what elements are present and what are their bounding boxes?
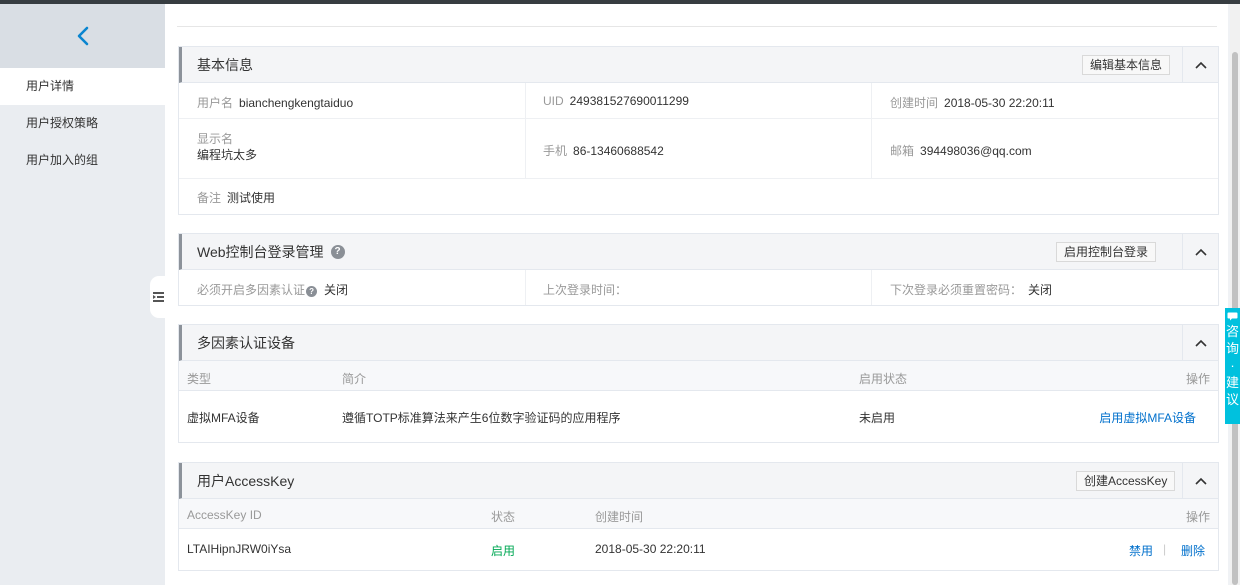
accesskey-status-badge: 启用 bbox=[491, 544, 516, 558]
panel-header: 多因素认证设备 bbox=[179, 325, 1218, 361]
enable-console-login-button[interactable]: 启用控制台登录 bbox=[1056, 242, 1157, 262]
reset-password-label: 下次登录必须重置密码： bbox=[890, 283, 1023, 297]
column-header-accesskey-id: AccessKey ID bbox=[187, 508, 262, 522]
mfa-required-value: 关闭 bbox=[324, 283, 349, 297]
reset-password-cell: 下次登录必须重置密码： 关闭 bbox=[872, 270, 1218, 305]
enable-virtual-mfa-link[interactable]: 启用虚拟MFA设备 bbox=[1099, 409, 1196, 426]
column-header-action: 操作 bbox=[1185, 510, 1210, 524]
help-icon[interactable]: ? bbox=[306, 286, 318, 297]
uid-label: UID bbox=[543, 94, 564, 108]
mfa-required-cell: 必须开启多因素认证? 关闭 bbox=[179, 270, 526, 305]
note-value: 测试使用 bbox=[227, 191, 276, 205]
phone-value: 86-13460688542 bbox=[573, 144, 664, 158]
panel-title: 多因素认证设备 bbox=[197, 334, 295, 351]
mfa-required-label: 必须开启多因素认证 bbox=[197, 283, 306, 297]
action-separator: | bbox=[1163, 542, 1167, 556]
back-button[interactable] bbox=[0, 4, 165, 68]
collapse-panel-button[interactable] bbox=[1182, 47, 1218, 82]
mfa-status-cell: 未启用 bbox=[859, 411, 896, 425]
scrollbar[interactable] bbox=[1230, 4, 1240, 585]
basic-info-panel: 基本信息 编辑基本信息 用户名 bianchengkengtaiduo UID 24… bbox=[178, 46, 1219, 215]
email-cell: 邮箱 394498036@qq.com bbox=[872, 119, 1218, 178]
reset-password-value: 关闭 bbox=[1028, 283, 1053, 297]
panel-title: 用户AccessKey bbox=[197, 472, 295, 489]
mfa-type-cell: 虚拟MFA设备 bbox=[187, 411, 260, 425]
email-label: 邮箱 bbox=[890, 144, 915, 158]
username-value: bianchengkengtaiduo bbox=[239, 96, 354, 110]
panel-title-text: Web控制台登录管理 bbox=[197, 243, 324, 260]
collapse-panel-button[interactable] bbox=[1182, 325, 1218, 360]
chevron-up-icon bbox=[1194, 61, 1207, 69]
table-row: LTAIHipnJRW0iYsa 启用 2018-05-30 22:20:11 … bbox=[179, 529, 1218, 569]
table-row: 虚拟MFA设备 遵循TOTP标准算法来产生6位数字验证码的应用程序 未启用 启用… bbox=[179, 391, 1218, 441]
column-header-created: 创建时间 bbox=[595, 510, 644, 524]
uid-cell: UID 249381527690011299 bbox=[526, 83, 872, 118]
sidebar-item-user-policies[interactable]: 用户授权策略 bbox=[0, 105, 165, 142]
panel-title: Web控制台登录管理? bbox=[182, 242, 345, 262]
panel-header: 基本信息 编辑基本信息 bbox=[179, 47, 1218, 83]
panel-header: 用户AccessKey 创建AccessKey bbox=[179, 463, 1218, 499]
create-accesskey-button[interactable]: 创建AccessKey bbox=[1076, 471, 1176, 491]
note-cell: 备注 测试使用 bbox=[179, 179, 1218, 213]
feedback-label: 咨询·建议 bbox=[1226, 324, 1240, 407]
accesskey-created-cell: 2018-05-30 22:20:11 bbox=[595, 542, 706, 556]
column-header-status: 状态 bbox=[491, 510, 516, 524]
column-header-status: 启用状态 bbox=[859, 372, 908, 386]
created-cell: 创建时间 2018-05-30 22:20:11 bbox=[872, 83, 1218, 118]
panel-header: Web控制台登录管理? 启用控制台登录 bbox=[179, 234, 1218, 270]
created-value: 2018-05-30 22:20:11 bbox=[944, 96, 1055, 110]
panel-title: 基本信息 bbox=[197, 56, 253, 73]
mfa-description-cell: 遵循TOTP标准算法来产生6位数字验证码的应用程序 bbox=[342, 411, 621, 425]
table-header: 类型 简介 启用状态 操作 bbox=[179, 361, 1218, 391]
phone-label: 手机 bbox=[543, 144, 568, 158]
collapse-panel-button[interactable] bbox=[1182, 463, 1218, 498]
back-arrow-icon bbox=[77, 26, 88, 46]
accesskey-panel: 用户AccessKey 创建AccessKey AccessKey ID 状态 … bbox=[178, 462, 1219, 571]
sidebar-item-user-details[interactable]: 用户详情 bbox=[0, 68, 165, 105]
chevron-up-icon bbox=[1194, 248, 1207, 256]
sidebar-item-user-groups[interactable]: 用户加入的组 bbox=[0, 142, 165, 179]
disable-accesskey-link[interactable]: 禁用 bbox=[1129, 542, 1153, 559]
email-value: 394498036@qq.com bbox=[920, 144, 1032, 158]
table-header: AccessKey ID 状态 创建时间 操作 bbox=[179, 499, 1218, 529]
note-label: 备注 bbox=[197, 191, 222, 205]
last-login-cell: 上次登录时间： bbox=[526, 270, 872, 305]
column-header-description: 简介 bbox=[342, 372, 367, 386]
feedback-float-tab[interactable]: 咨询·建议 bbox=[1225, 308, 1240, 424]
divider bbox=[177, 26, 1217, 27]
created-label: 创建时间 bbox=[890, 96, 939, 110]
chat-icon bbox=[1227, 312, 1238, 321]
chevron-up-icon bbox=[1194, 339, 1207, 347]
help-icon[interactable]: ? bbox=[330, 244, 345, 259]
collapse-panel-button[interactable] bbox=[1182, 234, 1218, 269]
column-header-type: 类型 bbox=[187, 372, 212, 386]
username-cell: 用户名 bianchengkengtaiduo bbox=[179, 83, 526, 118]
main-content: 基本信息 编辑基本信息 用户名 bianchengkengtaiduo UID 24… bbox=[165, 4, 1228, 585]
username-label: 用户名 bbox=[197, 96, 234, 110]
uid-value: 249381527690011299 bbox=[569, 94, 689, 108]
collapse-menu-icon bbox=[153, 292, 164, 302]
mfa-devices-panel: 多因素认证设备 类型 简介 启用状态 操作 虚拟MFA设备 遵循TOTP标准算法… bbox=[178, 324, 1219, 443]
phone-cell: 手机 86-13460688542 bbox=[526, 119, 872, 178]
display-name-label: 显示名 bbox=[197, 132, 234, 146]
chevron-up-icon bbox=[1194, 477, 1207, 485]
info-row: 显示名 编程坑太多 手机 86-13460688542 邮箱 394498036@q… bbox=[179, 119, 1218, 179]
accesskey-id-cell: LTAIHipnJRW0iYsa bbox=[187, 542, 292, 556]
column-header-action: 操作 bbox=[1185, 372, 1210, 386]
display-name-cell: 显示名 编程坑太多 bbox=[179, 119, 526, 178]
sidebar: 用户详情 用户授权策略 用户加入的组 bbox=[0, 4, 165, 585]
info-row: 必须开启多因素认证? 关闭 上次登录时间： 下次登录必须重置密码： 关闭 bbox=[179, 270, 1218, 305]
web-console-login-panel: Web控制台登录管理? 启用控制台登录 必须开启多因素认证? 关闭 上次登录时间：… bbox=[178, 233, 1219, 306]
info-row: 备注 测试使用 bbox=[179, 179, 1218, 213]
info-row: 用户名 bianchengkengtaiduo UID 24938152769001… bbox=[179, 83, 1218, 119]
delete-accesskey-link[interactable]: 删除 bbox=[1181, 542, 1205, 559]
last-login-label: 上次登录时间： bbox=[543, 283, 628, 297]
display-name-value: 编程坑太多 bbox=[197, 148, 258, 162]
edit-basic-info-button[interactable]: 编辑基本信息 bbox=[1082, 55, 1171, 75]
